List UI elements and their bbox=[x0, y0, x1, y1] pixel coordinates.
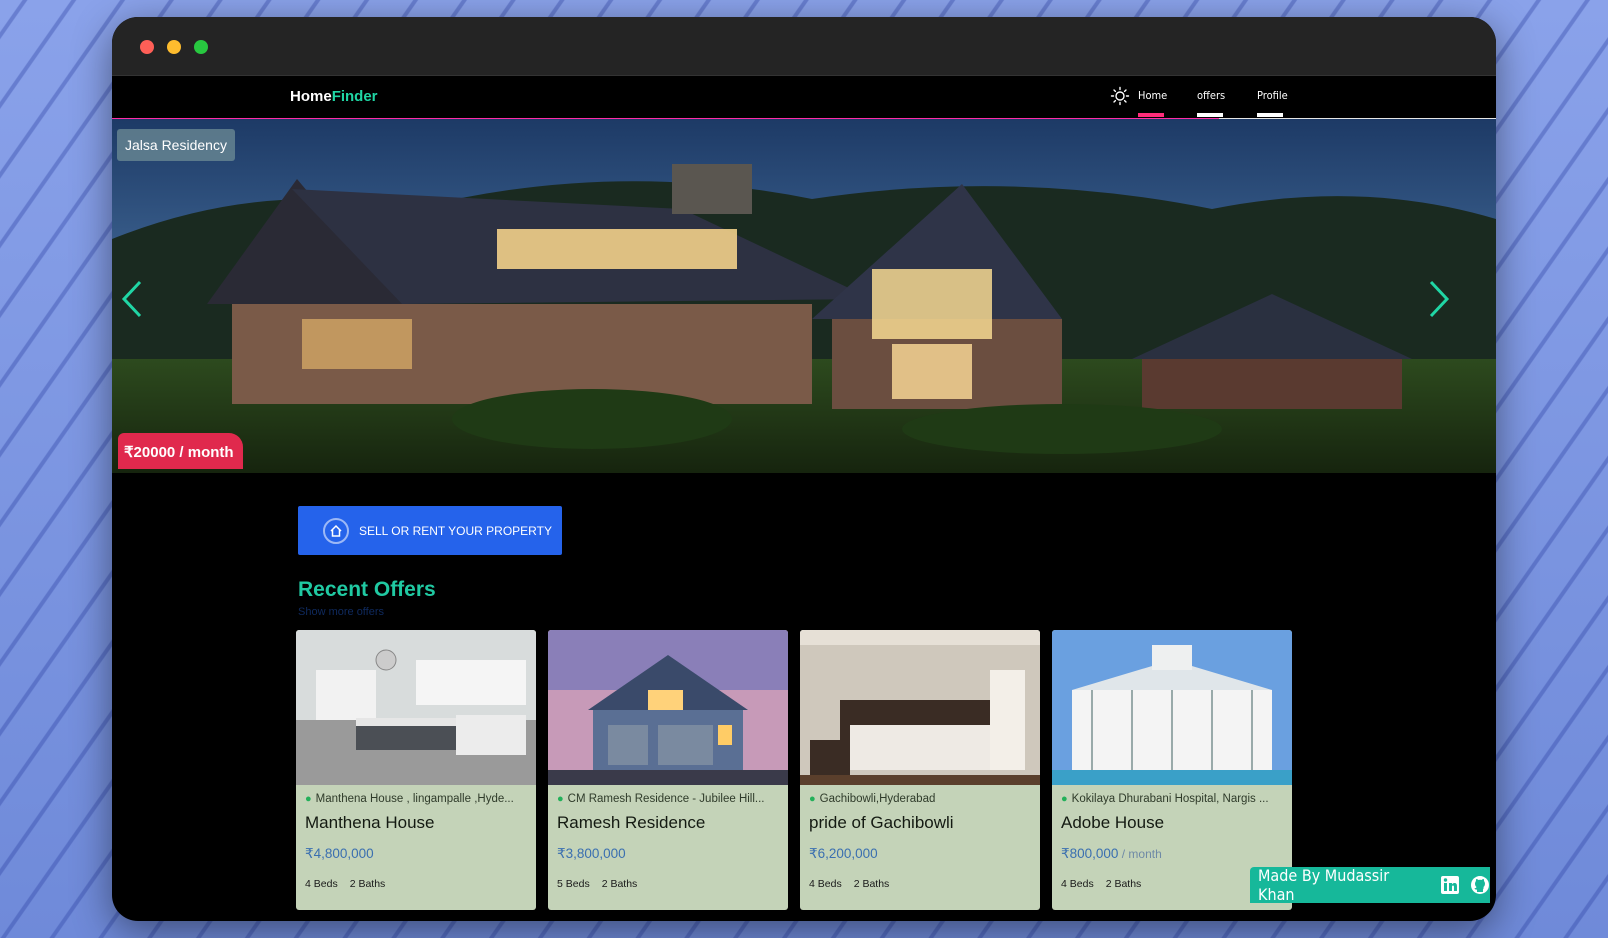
map-pin-icon: ● bbox=[557, 793, 564, 805]
offer-image bbox=[548, 630, 788, 785]
show-more-offers-link[interactable]: Show more offers bbox=[298, 606, 384, 618]
made-by-text: Made By Mudassir Khan bbox=[1258, 866, 1390, 904]
offer-location: ● Gachibowli,Hyderabad bbox=[809, 793, 936, 805]
offer-meta: 4 Beds 2 Baths bbox=[1061, 878, 1142, 890]
sell-or-rent-button[interactable]: SELL OR RENT YOUR PROPERTY bbox=[298, 506, 562, 555]
made-by-badge: Made By Mudassir Khan bbox=[1250, 866, 1490, 904]
offer-card[interactable]: ● Manthena House , lingampalle ,Hyde... M… bbox=[296, 630, 536, 910]
offer-image bbox=[296, 630, 536, 785]
maximize-window-button[interactable] bbox=[194, 40, 208, 54]
offer-price: ₹6,200,000 bbox=[809, 846, 878, 861]
map-pin-icon: ● bbox=[809, 793, 816, 805]
map-pin-icon: ● bbox=[305, 793, 312, 805]
offer-title: Adobe House bbox=[1061, 813, 1165, 832]
nav-profile-underline bbox=[1257, 113, 1283, 117]
chevron-left-icon[interactable] bbox=[120, 279, 144, 319]
hero-property-name: Jalsa Residency bbox=[117, 129, 235, 161]
github-icon[interactable] bbox=[1470, 875, 1490, 895]
brand-logo[interactable]: HomeFinder bbox=[290, 88, 378, 105]
offer-card[interactable]: ● CM Ramesh Residence - Jubilee Hill... R… bbox=[548, 630, 788, 910]
minimize-window-button[interactable] bbox=[167, 40, 181, 54]
nav-profile[interactable]: Profile bbox=[1257, 89, 1288, 102]
offer-location: ● Kokilaya Dhurabani Hospital, Nargis ... bbox=[1061, 793, 1269, 805]
browser-window: HomeFinder Home offers Profile Jalsa Res… bbox=[112, 17, 1496, 921]
sun-icon[interactable] bbox=[1110, 86, 1130, 106]
navbar: HomeFinder Home offers Profile bbox=[112, 75, 1496, 121]
hero-house-image bbox=[112, 119, 1496, 473]
brand-part-2: Finder bbox=[331, 88, 378, 105]
offer-meta: 4 Beds 2 Baths bbox=[305, 878, 386, 890]
offer-image bbox=[1052, 630, 1292, 785]
sell-or-rent-label: SELL OR RENT YOUR PROPERTY bbox=[359, 523, 552, 538]
chevron-right-icon[interactable] bbox=[1427, 279, 1451, 319]
brand-part-1: Home bbox=[290, 88, 332, 105]
offer-image bbox=[800, 630, 1040, 785]
linkedin-icon[interactable] bbox=[1440, 875, 1460, 895]
offer-price: ₹4,800,000 bbox=[305, 846, 374, 861]
nav-offers-underline bbox=[1197, 113, 1223, 117]
offer-location: ● Manthena House , lingampalle ,Hyde... bbox=[305, 793, 514, 805]
offer-price: ₹3,800,000 bbox=[557, 846, 626, 861]
nav-home[interactable]: Home bbox=[1138, 89, 1167, 102]
map-pin-icon: ● bbox=[1061, 793, 1068, 805]
nav-offers[interactable]: offers bbox=[1197, 89, 1225, 102]
offer-location: ● CM Ramesh Residence - Jubilee Hill... bbox=[557, 793, 765, 805]
offer-card[interactable]: ● Gachibowli,Hyderabad pride of Gachibowl… bbox=[800, 630, 1040, 910]
offer-title: Manthena House bbox=[305, 813, 435, 832]
recent-offers-title: Recent Offers bbox=[298, 578, 436, 601]
close-window-button[interactable] bbox=[140, 40, 154, 54]
nav-home-underline bbox=[1138, 113, 1164, 117]
hero-price-tag: ₹20000 / month bbox=[118, 433, 243, 469]
offer-meta: 4 Beds 2 Baths bbox=[809, 878, 890, 890]
offer-title: Ramesh Residence bbox=[557, 813, 706, 832]
offer-title: pride of Gachibowli bbox=[809, 813, 954, 832]
title-bar bbox=[112, 17, 1496, 75]
hero-slider[interactable]: Jalsa Residency ₹20000 / month bbox=[112, 119, 1496, 473]
offer-price: ₹800,000 / month bbox=[1061, 846, 1162, 861]
home-icon bbox=[323, 517, 349, 544]
offer-meta: 5 Beds 2 Baths bbox=[557, 878, 638, 890]
